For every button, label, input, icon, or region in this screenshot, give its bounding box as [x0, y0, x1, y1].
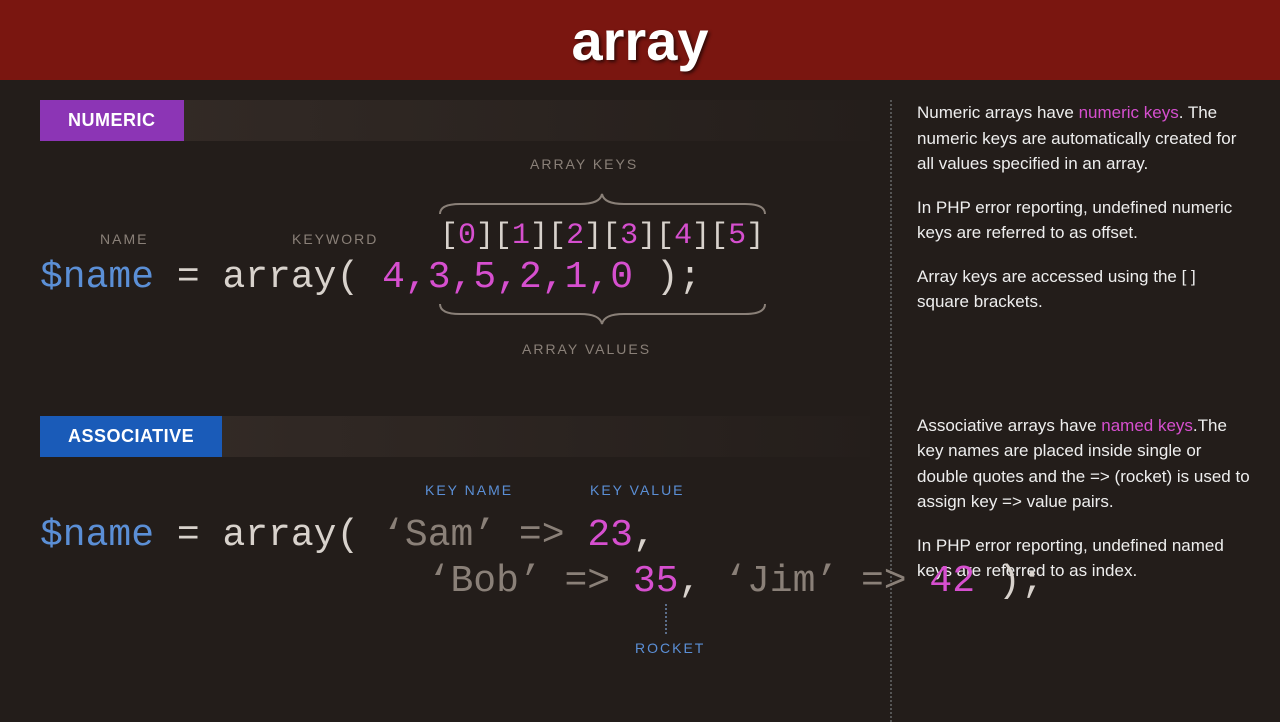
page-header: array	[0, 0, 1280, 80]
brace-top-icon	[435, 192, 770, 214]
numeric-code: $name = array( 4,3,5,2,1,0 );	[40, 256, 701, 299]
sidebar-numeric-p3: Array keys are accessed using the [ ] sq…	[917, 264, 1250, 315]
assoc-block: KEY NAME KEY VALUE $name = array( ‘Sam’ …	[40, 472, 870, 722]
label-array-values: ARRAY VALUES	[522, 341, 651, 357]
assoc-code-line1: $name = array( ‘Sam’ => 23,	[40, 514, 656, 557]
header-fade	[184, 100, 871, 141]
sidebar-numeric-p1: Numeric arrays have numeric keys. The nu…	[917, 100, 1250, 177]
label-key-value: KEY VALUE	[590, 482, 685, 498]
label-name: NAME	[100, 231, 148, 247]
brace-bottom-icon	[435, 304, 770, 326]
sidebar-numeric-p2: In PHP error reporting, undefined numeri…	[917, 195, 1250, 246]
label-rocket: ROCKET	[635, 640, 705, 656]
numeric-block: ARRAY KEYS NAME KEYWORD [0][1][2][3][4][…	[40, 156, 870, 416]
assoc-header: ASSOCIATIVE	[40, 416, 870, 457]
assoc-badge: ASSOCIATIVE	[40, 416, 222, 457]
label-array-keys: ARRAY KEYS	[530, 156, 638, 172]
numeric-keys-line: [0][1][2][3][4][5]	[440, 219, 764, 253]
numeric-header: NUMERIC	[40, 100, 870, 141]
sidebar-gap	[917, 333, 1250, 413]
sidebar-assoc-p1: Associative arrays have named keys.The k…	[917, 413, 1250, 515]
rocket-line-icon	[665, 604, 667, 634]
label-key-name: KEY NAME	[425, 482, 513, 498]
main-column: NUMERIC ARRAY KEYS NAME KEYWORD [0][1][2…	[40, 100, 870, 722]
sidebar: Numeric arrays have numeric keys. The nu…	[890, 100, 1250, 722]
label-keyword: KEYWORD	[292, 231, 378, 247]
page-title: array	[571, 8, 708, 73]
assoc-code-line2: ‘Bob’ => 35, ‘Jim’ => 42 );	[40, 560, 1043, 603]
header-fade	[222, 416, 870, 457]
numeric-badge: NUMERIC	[40, 100, 184, 141]
content: NUMERIC ARRAY KEYS NAME KEYWORD [0][1][2…	[0, 80, 1280, 722]
